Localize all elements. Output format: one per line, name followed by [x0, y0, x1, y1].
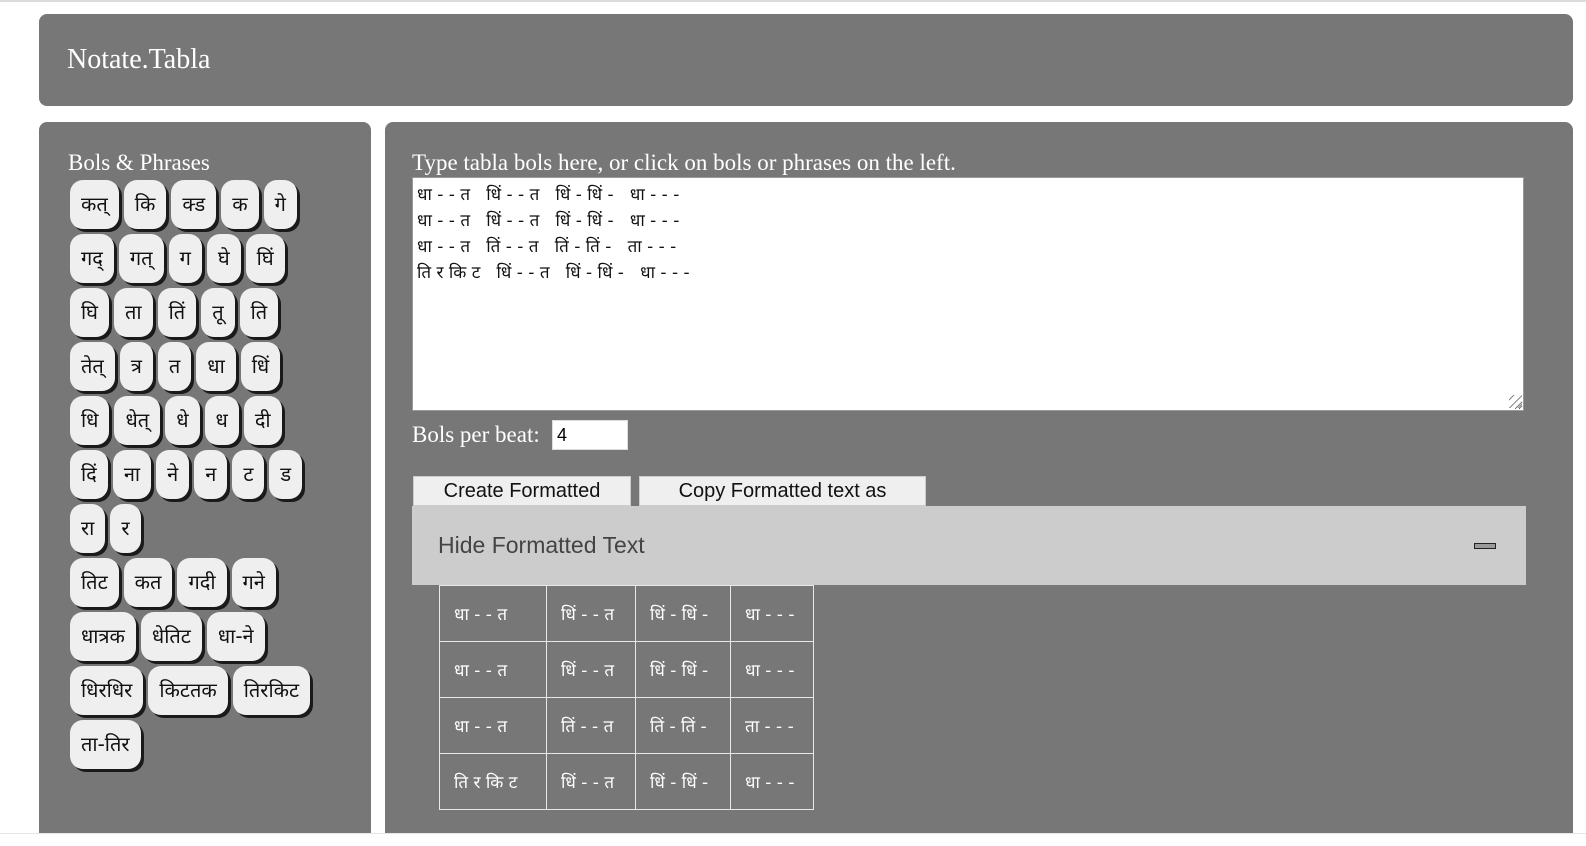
bol-button[interactable]: धा-ने: [206, 612, 265, 661]
bol-button[interactable]: कत्: [70, 180, 119, 229]
create-formatted-text-button[interactable]: Create Formatted Text: [413, 476, 631, 530]
bol-row: तेत् त्र त धा धिं: [70, 342, 350, 391]
bol-button[interactable]: तिं: [157, 288, 197, 337]
beat-cell: तिं - तिं -: [635, 697, 731, 754]
bol-button[interactable]: ध: [204, 396, 239, 445]
collapsible-label: Hide Formatted Text: [438, 532, 645, 558]
copy-formatted-html-button[interactable]: Copy Formatted text as HTML: [639, 476, 926, 530]
beat-cell: धा - - -: [730, 753, 814, 810]
bol-button[interactable]: ड: [269, 450, 303, 499]
beat-cell: ता - - -: [730, 697, 814, 754]
bols-per-beat-label: Bols per beat:: [412, 422, 540, 447]
beat-cell: धा - - त: [439, 697, 547, 754]
app-title: Notate.Tabla: [67, 44, 211, 75]
bol-button[interactable]: दी: [243, 396, 282, 445]
beat-cell: ति र कि ट: [439, 753, 547, 810]
bol-row: तिट कत गदी गने: [70, 558, 350, 607]
bol-row: धि धेत् धे ध दी: [70, 396, 350, 445]
table-row: ति र कि ट धिं - - त धिं - धिं - धा - - -: [439, 753, 814, 810]
bol-button[interactable]: ता: [114, 288, 153, 337]
bol-button[interactable]: धिरधिर: [70, 666, 144, 715]
beat-cell: धिं - धिं -: [635, 641, 731, 698]
bol-button[interactable]: दिं: [70, 450, 108, 499]
bol-button[interactable]: र: [110, 504, 141, 553]
bol-button[interactable]: धा: [196, 342, 236, 391]
bols-textarea[interactable]: धा - - त धिं - - त धिं - धिं - धा - - - …: [412, 177, 1524, 411]
bol-button[interactable]: धेतिट: [140, 612, 202, 661]
bol-button[interactable]: त्र: [119, 342, 153, 391]
bol-button[interactable]: क्ड: [171, 180, 217, 229]
bol-row: दिं ना ने न ट ड: [70, 450, 350, 499]
beat-cell: धिं - धिं -: [635, 585, 731, 642]
bol-row: ता-तिर: [70, 720, 350, 769]
top-border: [0, 0, 1586, 2]
beat-cell: धा - - -: [730, 641, 814, 698]
bol-row: घि ता तिं तू ति: [70, 288, 350, 337]
beat-cell: धिं - - त: [546, 753, 636, 810]
bol-button[interactable]: धि: [70, 396, 110, 445]
bol-row: रा र: [70, 504, 350, 553]
sidebar-heading: Bols & Phrases: [68, 150, 210, 175]
bol-button[interactable]: धात्रक: [70, 612, 136, 661]
bol-button[interactable]: धिं: [240, 342, 281, 391]
bol-button[interactable]: ने: [156, 450, 190, 499]
bol-row: कत् कि क्ड क गे: [70, 180, 350, 229]
bol-button[interactable]: तू: [201, 288, 235, 337]
beat-cell: धिं - - त: [546, 641, 636, 698]
bol-button[interactable]: घिं: [245, 234, 285, 283]
bol-button[interactable]: गत्: [118, 234, 164, 283]
bol-button[interactable]: रा: [70, 504, 106, 553]
minus-icon[interactable]: [1474, 543, 1496, 549]
beat-cell: धा - - त: [439, 641, 547, 698]
bols-per-beat-input[interactable]: [552, 420, 628, 450]
main-panel: Type tabla bols here, or click on bols o…: [385, 122, 1573, 842]
beat-cell: धा - - त: [439, 585, 547, 642]
bottom-edge: [0, 833, 1586, 846]
bol-button[interactable]: गद्: [70, 234, 114, 283]
bol-button[interactable]: धेत्: [114, 396, 161, 445]
bols-sidebar: Bols & Phrases कत् कि क्ड क गे गद् गत् ग घे घिं घि…: [39, 122, 371, 842]
bol-button[interactable]: न: [194, 450, 228, 499]
beat-cell: तिं - - त: [546, 697, 636, 754]
bol-button[interactable]: तिट: [70, 558, 119, 607]
bol-button[interactable]: कत: [123, 558, 173, 607]
bol-row: धात्रक धेतिट धा-ने: [70, 612, 350, 661]
table-row: धा - - त तिं - - त तिं - तिं - ता - - -: [439, 697, 814, 754]
table-row: धा - - त धिं - - त धिं - धिं - धा - - -: [439, 641, 814, 698]
bol-button[interactable]: ट: [232, 450, 265, 499]
table-row: धा - - त धिं - - त धिं - धिं - धा - - -: [439, 585, 814, 642]
bol-row: गद् गत् ग घे घिं: [70, 234, 350, 283]
bol-button[interactable]: गने: [231, 558, 276, 607]
bol-button[interactable]: गे: [263, 180, 297, 229]
formatted-table: धा - - त धिं - - त धिं - धिं - धा - - - धा -…: [439, 585, 814, 810]
bol-button[interactable]: किटतक: [148, 666, 228, 715]
bol-button[interactable]: गदी: [177, 558, 227, 607]
hide-formatted-text-toggle[interactable]: Hide Formatted Text: [412, 506, 1526, 585]
app-header: Notate.Tabla: [39, 14, 1573, 106]
bol-button[interactable]: ना: [112, 450, 152, 499]
bol-button[interactable]: तेत्: [70, 342, 115, 391]
bol-button[interactable]: कि: [123, 180, 167, 229]
bol-button[interactable]: ता-तिर: [70, 720, 141, 769]
bol-button[interactable]: त: [157, 342, 192, 391]
beat-cell: धिं - - त: [546, 585, 636, 642]
bol-button[interactable]: तिरकिट: [232, 666, 311, 715]
bol-row: धिरधिर किटतक तिरकिट: [70, 666, 350, 715]
beat-cell: धिं - धिं -: [635, 753, 731, 810]
bol-button[interactable]: घे: [206, 234, 241, 283]
bol-button[interactable]: क: [221, 180, 259, 229]
bol-button[interactable]: घि: [70, 288, 109, 337]
bol-button[interactable]: ग: [168, 234, 202, 283]
instructions-label: Type tabla bols here, or click on bols o…: [412, 150, 956, 175]
bol-button[interactable]: धे: [165, 396, 200, 445]
bol-button[interactable]: ति: [239, 288, 279, 337]
bol-button-grid: कत् कि क्ड क गे गद् गत् ग घे घिं घि ता तिं तू ति तेत् त्…: [70, 180, 350, 774]
beat-cell: धा - - -: [730, 585, 814, 642]
